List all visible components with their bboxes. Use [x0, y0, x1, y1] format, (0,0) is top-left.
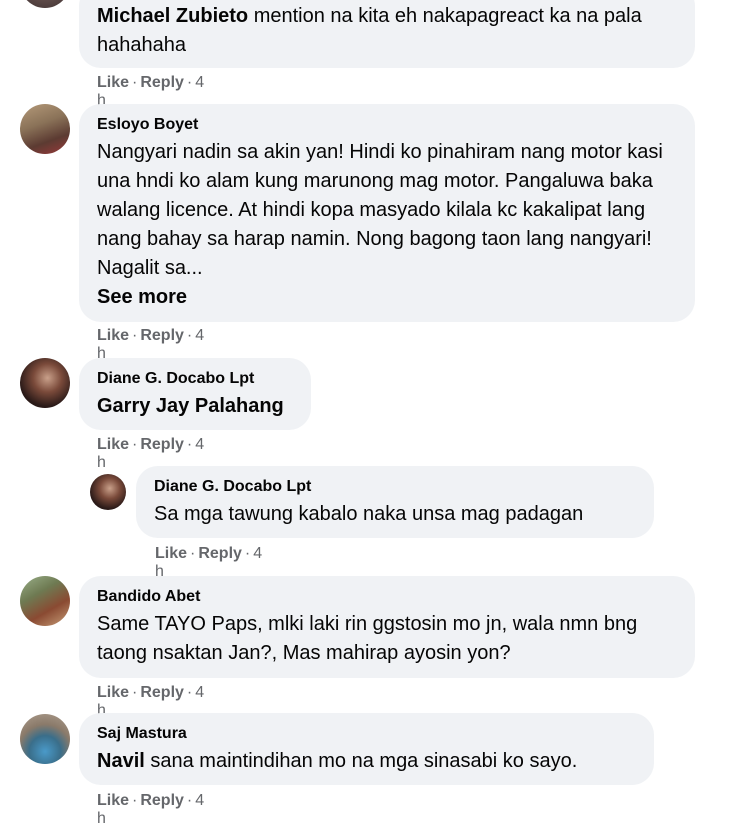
comment-bubble: Michael Zubieto mention na kita eh nakap… [79, 0, 695, 68]
reply-button[interactable]: Reply [198, 545, 242, 562]
comment-bubble: Diane G. Docabo Lpt Sa mga tawung kabalo… [136, 466, 654, 538]
separator: · [132, 74, 138, 91]
like-button[interactable]: Like [97, 792, 129, 809]
separator: · [190, 545, 196, 562]
like-button[interactable]: Like [97, 327, 129, 344]
reply-button[interactable]: Reply [140, 792, 184, 809]
avatar[interactable] [20, 104, 70, 154]
separator: · [244, 545, 251, 562]
comment-body: Same TAYO Paps, mlki laki rin ggstosin m… [97, 613, 638, 664]
comment-bubble: Diane G. Docabo Lpt Garry Jay Palahang [79, 358, 311, 430]
reply-button[interactable]: Reply [140, 74, 184, 91]
separator: · [186, 684, 193, 701]
comment-text: Michael Zubieto mention na kita eh nakap… [97, 2, 677, 60]
comment-author[interactable]: Michael Zubieto [97, 5, 248, 27]
separator: · [132, 327, 138, 344]
separator: · [186, 436, 193, 453]
avatar[interactable] [20, 0, 70, 8]
mention-link[interactable]: Navil [97, 750, 145, 772]
avatar[interactable] [90, 474, 126, 510]
comment-author[interactable]: Diane G. Docabo Lpt [154, 477, 636, 497]
mention-link[interactable]: Garry Jay Palahang [97, 395, 284, 417]
reply-button[interactable]: Reply [140, 327, 184, 344]
comment-body: Sa mga tawung kabalo naka unsa mag padag… [154, 503, 584, 525]
separator: · [132, 436, 138, 453]
separator: · [186, 74, 193, 91]
comment-body: Nangyari nadin sa akin yan! Hindi ko pin… [97, 141, 663, 279]
like-button[interactable]: Like [97, 74, 129, 91]
avatar[interactable] [20, 576, 70, 626]
avatar[interactable] [20, 714, 70, 764]
separator: · [132, 684, 138, 701]
separator: · [186, 792, 193, 809]
comment-text: Navil sana maintindihan mo na mga sinasa… [97, 747, 636, 776]
like-button[interactable]: Like [97, 684, 129, 701]
like-button[interactable]: Like [155, 545, 187, 562]
reply-button[interactable]: Reply [140, 436, 184, 453]
like-button[interactable]: Like [97, 436, 129, 453]
comment-body: sana maintindihan mo na mga sinasabi ko … [144, 750, 578, 772]
separator: · [186, 327, 193, 344]
comment-bubble: Bandido Abet Same TAYO Paps, mlki laki r… [79, 576, 695, 678]
reply-button[interactable]: Reply [140, 684, 184, 701]
comment-bubble: Esloyo Boyet Nangyari nadin sa akin yan!… [79, 104, 695, 322]
comment-author[interactable]: Diane G. Docabo Lpt [97, 369, 293, 389]
comment-author[interactable]: Bandido Abet [97, 587, 677, 607]
see-more-link[interactable]: See more [97, 283, 677, 311]
avatar[interactable] [20, 358, 70, 408]
comment-bubble: Saj Mastura Navil sana maintindihan mo n… [79, 713, 654, 785]
separator: · [132, 792, 138, 809]
comment-author[interactable]: Esloyo Boyet [97, 115, 677, 135]
comment-actions: Like · Reply · 4 h [97, 792, 204, 828]
comment-text: Garry Jay Palahang [97, 392, 293, 421]
comment-author[interactable]: Saj Mastura [97, 724, 636, 744]
